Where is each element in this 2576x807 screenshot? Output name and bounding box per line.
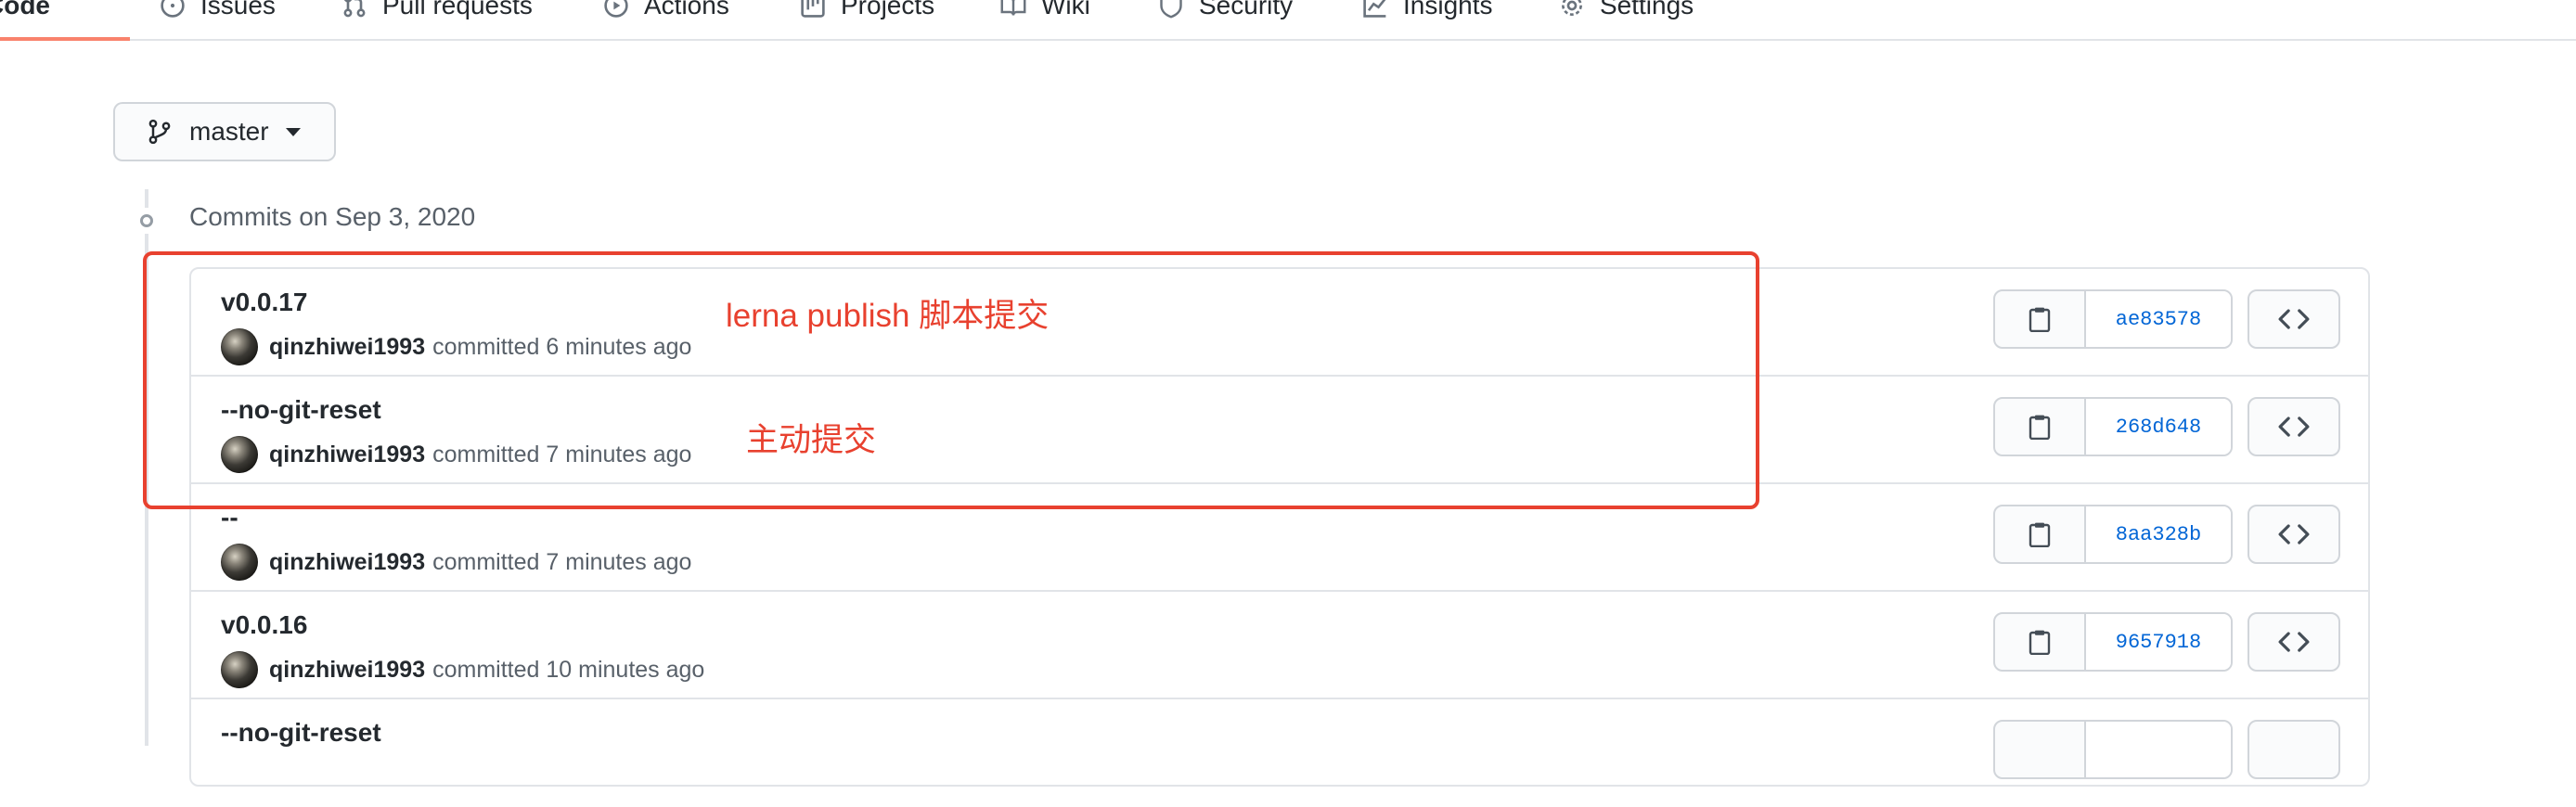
clipboard-icon [2029,630,2051,655]
avatar[interactable] [221,544,258,581]
commits-date-heading: Commits on Sep 3, 2020 [189,202,476,231]
code-icon [2278,524,2310,544]
tab-wiki[interactable]: Wiki [1000,0,1090,26]
clipboard-icon [2029,307,2051,332]
tab-label: Insights [1403,0,1493,19]
avatar[interactable] [221,651,258,688]
clipboard-icon [2029,415,2051,440]
commit-sha-link[interactable] [2086,722,2231,777]
commit-author-link[interactable]: qinzhiwei1993 [269,549,425,576]
sha-button-group [1993,720,2233,779]
selected-tab-underline [0,37,130,41]
commit-meta: qinzhiwei1993 committed 10 minutes ago [221,651,704,688]
commit-time: 7 minutes ago [546,548,692,575]
clipboard-icon [2029,522,2051,547]
browse-repo-button[interactable] [2248,505,2340,564]
tab-actions[interactable]: Actions [603,0,729,26]
copy-sha-button[interactable] [1995,291,2086,347]
repo-nav: Code Issues Pull requests Actions Projec… [0,0,2576,41]
tab-label: Pull requests [382,0,533,19]
chevron-down-icon [285,127,301,136]
browse-repo-button[interactable] [2248,289,2340,349]
tab-projects[interactable]: Projects [800,0,934,26]
sha-button-group: 268d648 [1993,397,2233,456]
browse-repo-button[interactable] [2248,397,2340,456]
sha-button-group: 9657918 [1993,612,2233,672]
tab-issues[interactable]: Issues [160,0,276,26]
tab-label: Settings [1600,0,1694,19]
commit-sha-link[interactable]: 9657918 [2086,614,2231,670]
commit-row: --no-git-reset [191,699,2368,807]
commit-timeline-icon [134,208,160,234]
sha-button-group: ae83578 [1993,289,2233,349]
copy-sha-button[interactable] [1995,506,2086,562]
tab-code[interactable]: Code [0,0,50,26]
commit-action: committed [432,548,540,575]
book-icon [1000,0,1026,19]
annotation-label: 主动提交 [746,422,877,458]
branch-select-button[interactable]: master [113,102,336,161]
commit-time: 10 minutes ago [546,656,705,683]
tab-label: Security [1199,0,1294,19]
commit-sha-link[interactable]: 8aa328b [2086,506,2231,562]
code-icon [2278,416,2310,437]
copy-sha-button[interactable] [1995,614,2086,670]
git-branch-icon [147,119,173,145]
tab-label: Actions [644,0,729,19]
sha-button-group: 8aa328b [1993,505,2233,564]
browse-repo-button[interactable] [2248,720,2340,779]
tab-pull-requests[interactable]: Pull requests [341,0,533,26]
commit-row: v0.0.16 qinzhiwei1993 committed 10 minut… [191,592,2368,699]
shield-icon [1158,0,1184,19]
commit-message-link[interactable]: v0.0.16 [221,610,307,640]
browse-repo-button[interactable] [2248,612,2340,672]
commit-meta: qinzhiwei1993 committed 7 minutes ago [221,544,691,581]
commit-message-link[interactable]: --no-git-reset [221,718,381,748]
pull-request-icon [341,0,367,19]
commit-sha-link[interactable]: 268d648 [2086,399,2231,455]
tab-label: Wiki [1041,0,1090,19]
annotation-label: lerna publish 脚本提交 [726,298,1050,334]
graph-icon [1362,0,1388,19]
commit-author-link[interactable]: qinzhiwei1993 [269,657,425,684]
gear-icon [1559,0,1585,19]
tab-label: Projects [841,0,935,19]
commit-sha-link[interactable]: ae83578 [2086,291,2231,347]
tab-settings[interactable]: Settings [1559,0,1694,26]
commit-action: committed [432,656,540,683]
code-icon [2278,632,2310,652]
tab-insights[interactable]: Insights [1362,0,1493,26]
copy-sha-button[interactable] [1995,399,2086,455]
project-icon [800,0,826,19]
tab-label: Issues [200,0,276,19]
copy-sha-button[interactable] [1995,722,2086,777]
branch-name: master [189,117,269,146]
tab-security[interactable]: Security [1158,0,1293,26]
code-icon [2278,309,2310,329]
play-icon [603,0,629,19]
issue-icon [160,0,186,19]
tab-label: Code [0,0,50,19]
